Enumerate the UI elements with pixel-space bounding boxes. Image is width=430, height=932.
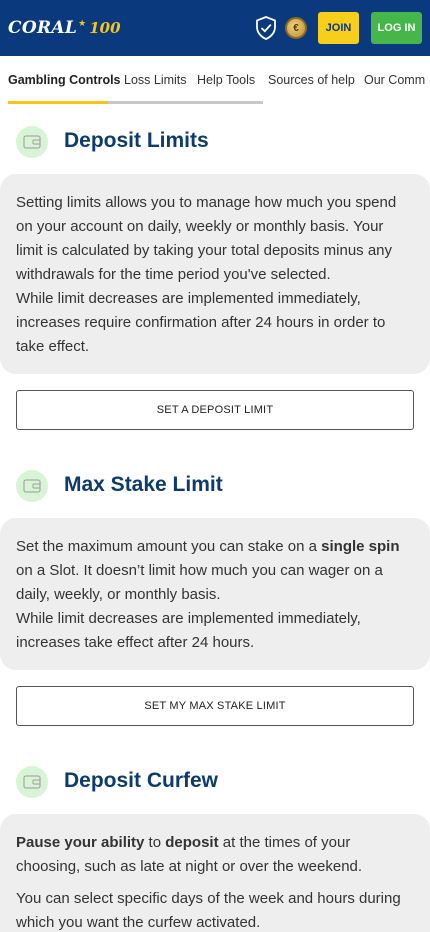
deposit-limits-title: Deposit Limits <box>64 129 209 152</box>
deposit-curfew-paragraph-1: Pause your ability to deposit at the tim… <box>16 831 414 879</box>
tab-sources-of-help[interactable]: Sources of help <box>268 73 355 87</box>
tab-bar: Gambling Controls Loss Limits Help Tools… <box>0 56 430 104</box>
max-stake-p1-bold: single spin <box>321 538 400 555</box>
curfew-bold-1: Pause your ability <box>16 834 145 851</box>
curfew-mid: to <box>144 834 166 851</box>
max-stake-paragraph-2: While limit decreases are implemented im… <box>16 610 361 651</box>
tab-loss-limits[interactable]: Loss Limits <box>124 73 187 87</box>
deposit-curfew-paragraph-2: You can select specific days of the week… <box>16 890 401 931</box>
coral-logo[interactable]: CORAL ★ 100 <box>8 18 121 38</box>
deposit-curfew-info-card: Pause your ability to deposit at the tim… <box>0 814 430 932</box>
join-button[interactable]: JOIN <box>318 12 359 44</box>
tab-our-comm[interactable]: Our Comm <box>364 73 425 87</box>
tab-help-tools[interactable]: Help Tools <box>197 73 255 87</box>
max-stake-p1-end: on a Slot. It doesn’t limit how much you… <box>16 562 383 603</box>
logo-star-icon: ★ <box>78 18 87 28</box>
curfew-bold-2: deposit <box>165 834 219 851</box>
deposit-curfew-title: Deposit Curfew <box>64 769 219 792</box>
login-button[interactable]: LOG IN <box>371 12 422 44</box>
deposit-limits-paragraph-2: While limit decreases are implemented im… <box>16 290 386 355</box>
top-header: CORAL ★ 100 € JOIN LOG IN <box>0 0 430 56</box>
logo-text: CORAL <box>8 18 78 38</box>
set-max-stake-limit-button[interactable]: SET MY MAX STAKE LIMIT <box>16 686 414 726</box>
deposit-limits-paragraph-1: Setting limits allows you to manage how … <box>16 194 397 283</box>
max-stake-paragraph-1: Set the maximum amount you can stake on … <box>16 535 414 607</box>
tab-gambling-controls[interactable]: Gambling Controls <box>8 73 121 87</box>
wallet-icon <box>16 470 48 502</box>
coin-icon[interactable]: € <box>285 17 307 39</box>
wallet-icon <box>16 766 48 798</box>
set-deposit-limit-button[interactable]: SET A DEPOSIT LIMIT <box>16 390 414 430</box>
deposit-limits-info-card: Setting limits allows you to manage how … <box>0 174 430 374</box>
logo-anniversary: 100 <box>89 19 121 37</box>
max-stake-info-card: Set the maximum amount you can stake on … <box>0 518 430 670</box>
max-stake-p1-start: Set the maximum amount you can stake on … <box>16 538 322 555</box>
shield-check-icon[interactable] <box>255 16 277 40</box>
wallet-icon <box>16 126 48 158</box>
active-tab-indicator <box>8 101 108 104</box>
max-stake-limit-title: Max Stake Limit <box>64 473 223 496</box>
